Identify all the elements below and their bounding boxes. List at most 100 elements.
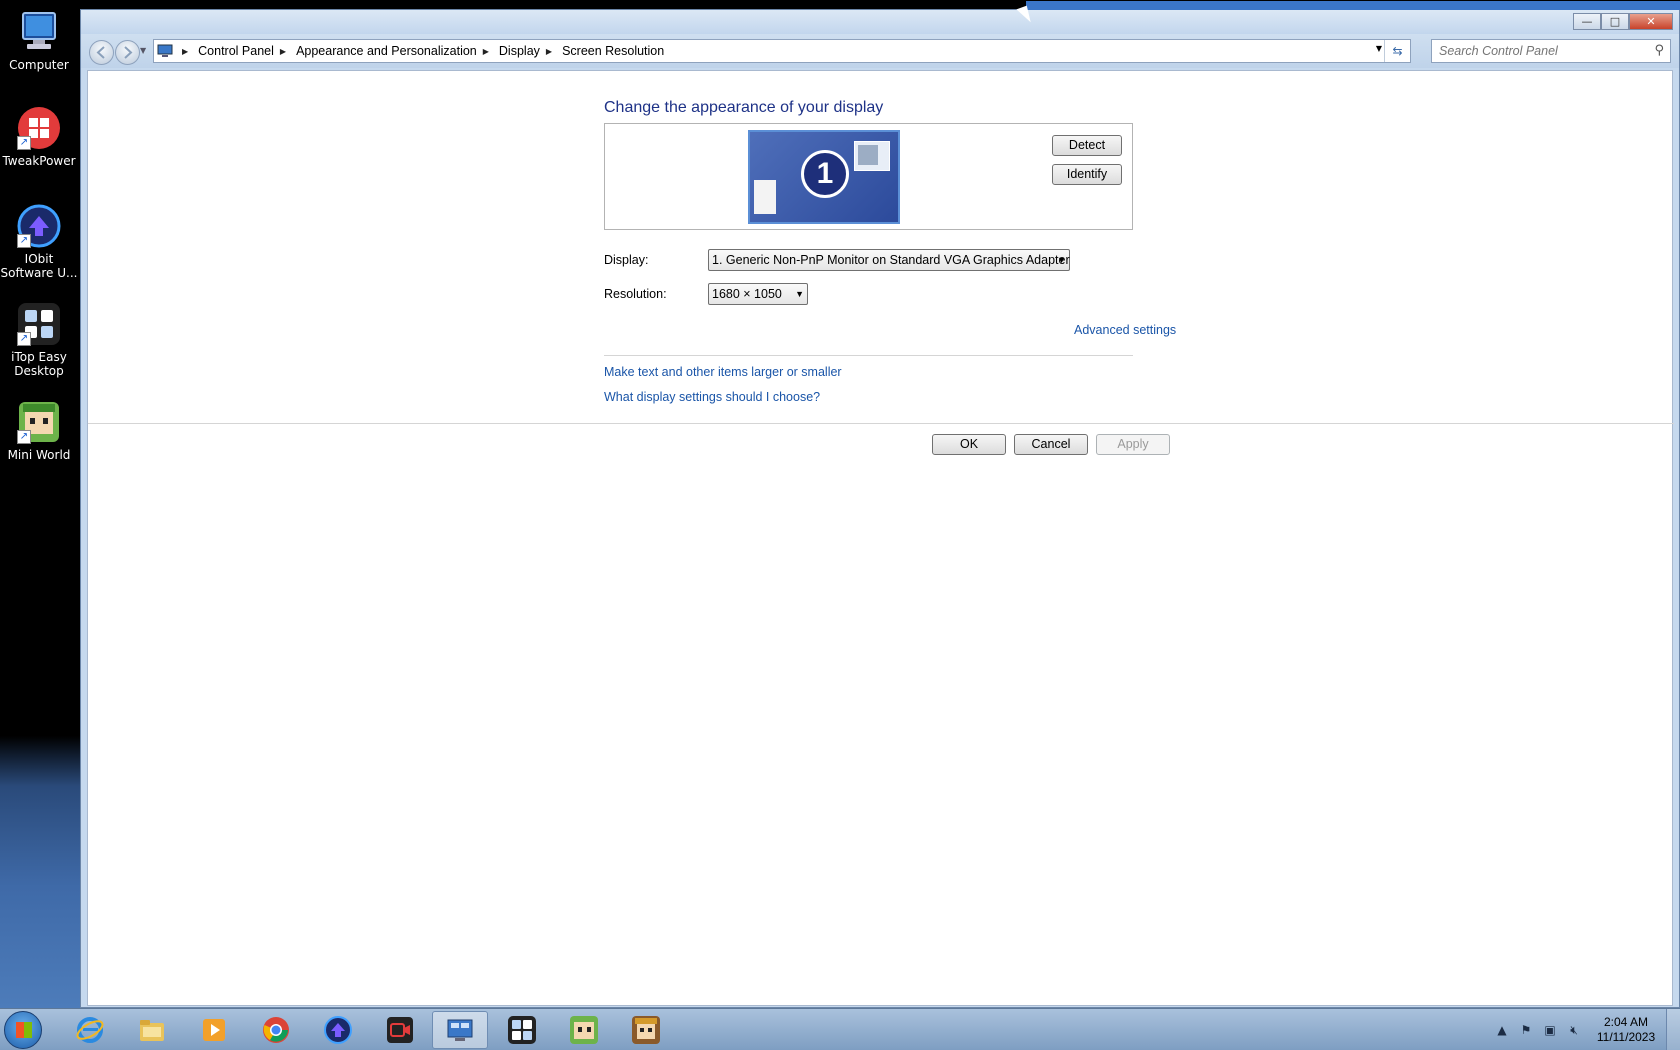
search-icon[interactable]: ⚲ [1654, 43, 1664, 58]
text-size-link[interactable]: Make text and other items larger or smal… [604, 365, 842, 379]
action-center-icon[interactable]: ⚑ [1517, 1021, 1535, 1039]
start-button[interactable] [4, 1011, 42, 1049]
maximize-button[interactable]: □ [1601, 13, 1629, 30]
forward-button[interactable] [115, 40, 140, 65]
desktop-icon-itop[interactable]: ↗ iTop Easy Desktop [0, 302, 78, 378]
minimize-button[interactable]: — [1573, 13, 1601, 30]
navigation-bar: ▼ ▶ Control Panel ▶ Appearance and Perso… [81, 34, 1679, 68]
control-panel-icon [447, 1019, 473, 1041]
taskbar-itop-easy-desktop[interactable] [494, 1011, 550, 1049]
window-controls: — □ ✕ [1573, 13, 1673, 30]
taskbar-media-player[interactable] [186, 1011, 242, 1049]
identify-button[interactable]: Identify [1052, 164, 1122, 185]
mini-world-icon [570, 1016, 598, 1044]
ok-button[interactable]: OK [932, 434, 1006, 455]
advanced-settings-link[interactable]: Advanced settings [1074, 323, 1176, 337]
taskbar-screen-recorder[interactable] [372, 1011, 428, 1049]
desktop: Computer ↗ TweakPower ↗ IObit Software U… [0, 0, 80, 1008]
taskbar-mini-world-game[interactable] [618, 1011, 674, 1049]
show-desktop-button[interactable] [1666, 1009, 1680, 1050]
network-icon[interactable]: ▣ [1541, 1021, 1559, 1039]
system-tray: ▲ ⚑ ▣ 🔇︎ 2:04 AM 11/11/2023 [1490, 1009, 1680, 1050]
dropdown-arrow-icon: ▼ [795, 289, 804, 299]
breadcrumb-screen-resolution[interactable]: Screen Resolution [562, 44, 664, 58]
desktop-icon-mini-world[interactable]: ↗ Mini World [0, 400, 78, 462]
desktop-icon-label: Computer [9, 58, 69, 72]
title-bar[interactable]: — □ ✕ [81, 1, 1680, 34]
taskbar-file-explorer[interactable] [124, 1011, 180, 1049]
page-title: Change the appearance of your display [604, 99, 884, 116]
resolution-select-value: 1680 × 1050 [712, 287, 782, 301]
chevron-right-icon[interactable]: ▶ [546, 47, 552, 56]
display-select-value: 1. Generic Non-PnP Monitor on Standard V… [712, 253, 1070, 267]
clock-date: 11/11/2023 [1596, 1030, 1656, 1044]
volume-muted-icon[interactable]: 🔇︎ [1565, 1021, 1583, 1039]
apply-button[interactable]: Apply [1096, 434, 1170, 455]
screen-resolution-window: — □ ✕ ▼ ▶ Control Panel ▶ Appearance and… [80, 1, 1680, 1008]
taskbar: ▲ ⚑ ▣ 🔇︎ 2:04 AM 11/11/2023 [0, 1008, 1680, 1050]
mini-world-icon: ↗ [17, 400, 61, 444]
breadcrumb-control-panel[interactable]: Control Panel [198, 44, 274, 58]
desktop-icon-iobit[interactable]: ↗ IObit Software U... [0, 204, 78, 280]
breadcrumb: ▶ Control Panel ▶ Appearance and Persona… [176, 44, 664, 58]
chevron-right-icon[interactable]: ▶ [182, 47, 188, 56]
itop-easy-desktop-icon [508, 1016, 536, 1044]
detect-button[interactable]: Detect [1052, 135, 1122, 156]
address-history-dropdown-icon[interactable]: ▼ [1376, 44, 1382, 53]
divider [604, 355, 1133, 356]
screen-recorder-icon [387, 1017, 413, 1043]
iobit-icon: ↗ [17, 204, 61, 248]
breadcrumb-display[interactable]: Display [499, 44, 540, 58]
forward-arrow-icon [124, 46, 133, 59]
display-label: Display: [604, 253, 649, 267]
desktop-icon-label: IObit Software U... [0, 252, 78, 280]
clock-time: 2:04 AM [1603, 1015, 1649, 1029]
shortcut-arrow-icon: ↗ [17, 332, 31, 346]
clock[interactable]: 2:04 AM 11/11/2023 [1586, 1015, 1666, 1045]
back-button[interactable] [89, 40, 114, 65]
computer-icon [17, 10, 61, 54]
taskbar-iobit[interactable] [310, 1011, 366, 1049]
address-bar[interactable]: ▶ Control Panel ▶ Appearance and Persona… [153, 39, 1411, 63]
refresh-icon: ⇆ [1392, 44, 1403, 58]
desktop-icon-label: iTop Easy Desktop [11, 350, 67, 378]
tweakpower-icon: ↗ [17, 106, 61, 150]
display-settings-help-link[interactable]: What display settings should I choose? [604, 390, 820, 404]
refresh-button[interactable]: ⇆ [1384, 40, 1410, 62]
monitor-1-thumbnail[interactable]: 1 [748, 130, 900, 224]
back-arrow-icon [96, 46, 105, 59]
chevron-right-icon[interactable]: ▶ [280, 47, 286, 56]
internet-explorer-icon [76, 1017, 104, 1043]
chrome-icon [263, 1017, 289, 1043]
control-panel-icon [154, 40, 176, 62]
taskbar-chrome[interactable] [248, 1011, 304, 1049]
desktop-icon-label: TweakPower [2, 154, 76, 168]
shortcut-arrow-icon: ↗ [17, 136, 31, 150]
background-window-edge [1026, 1, 1680, 10]
file-explorer-icon [140, 1020, 164, 1041]
resolution-label: Resolution: [604, 287, 667, 301]
recent-pages-dropdown-icon[interactable]: ▼ [140, 46, 146, 55]
display-arrangement-box: 1 Detect Identify [604, 123, 1133, 230]
mini-window-graphic [754, 180, 776, 214]
desktop-icon-computer[interactable]: Computer [0, 10, 78, 72]
iobit-icon [324, 1016, 352, 1044]
show-hidden-icons-icon[interactable]: ▲ [1493, 1021, 1511, 1039]
content-pane: Change the appearance of your display 1 … [87, 70, 1674, 1006]
chevron-right-icon[interactable]: ▶ [483, 47, 489, 56]
media-player-icon [203, 1019, 225, 1041]
display-select[interactable]: 1. Generic Non-PnP Monitor on Standard V… [708, 249, 1070, 271]
search-input[interactable] [1439, 44, 1639, 58]
shortcut-arrow-icon: ↗ [17, 234, 31, 248]
breadcrumb-appearance[interactable]: Appearance and Personalization [296, 44, 477, 58]
taskbar-internet-explorer[interactable] [62, 1011, 118, 1049]
taskbar-control-panel[interactable] [432, 1011, 488, 1049]
taskbar-mini-world[interactable] [556, 1011, 612, 1049]
shortcut-arrow-icon: ↗ [17, 430, 31, 444]
resolution-select[interactable]: 1680 × 1050 ▼ [708, 283, 808, 305]
close-button[interactable]: ✕ [1629, 13, 1673, 30]
search-box[interactable]: ⚲ [1431, 39, 1671, 63]
cancel-button[interactable]: Cancel [1014, 434, 1088, 455]
desktop-icon-tweakpower[interactable]: ↗ TweakPower [0, 106, 78, 168]
monitor-number: 1 [801, 150, 849, 198]
